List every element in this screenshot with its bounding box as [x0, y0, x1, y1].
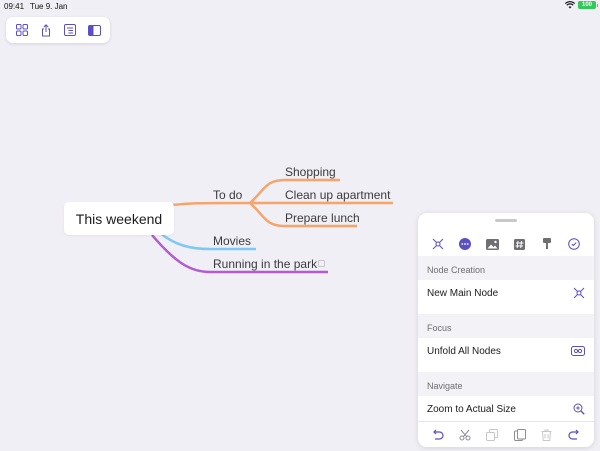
cut-icon — [459, 429, 471, 440]
note-icon[interactable] — [318, 260, 325, 267]
new-main-node-button[interactable]: New Main Node — [418, 280, 594, 306]
tab-node[interactable] — [430, 236, 446, 252]
unfold-icon — [571, 346, 585, 356]
undo-button[interactable] — [430, 427, 446, 443]
new-main-node-icon — [573, 287, 585, 299]
zoom-to-actual-size-label: Zoom to Actual Size — [427, 403, 516, 415]
paste-button[interactable] — [512, 427, 528, 443]
node-running-in-the-park[interactable]: Running in the park — [213, 257, 317, 271]
panel-grabber[interactable] — [495, 219, 517, 222]
copy-button[interactable] — [484, 427, 500, 443]
copy-icon — [486, 428, 499, 441]
node-icon — [432, 238, 444, 250]
tab-image[interactable] — [484, 236, 500, 252]
root-node[interactable]: This weekend — [64, 202, 174, 235]
tag-icon — [514, 238, 526, 250]
node-shopping[interactable]: Shopping — [285, 165, 336, 179]
undo-icon — [433, 429, 444, 440]
node-prepare-lunch[interactable]: Prepare lunch — [285, 211, 360, 225]
tab-format[interactable] — [539, 236, 555, 252]
check-icon — [568, 238, 581, 250]
edit-toolbar — [418, 421, 594, 447]
node-todo[interactable]: To do — [213, 188, 242, 202]
unfold-all-nodes-label: Unfold All Nodes — [427, 345, 501, 357]
unfold-all-nodes-button[interactable]: Unfold All Nodes — [418, 338, 594, 364]
zoom-to-actual-size-button[interactable]: Zoom to Actual Size — [418, 396, 594, 422]
redo-icon — [568, 429, 579, 440]
redo-button[interactable] — [566, 427, 582, 443]
new-main-node-label: New Main Node — [427, 287, 499, 299]
cut-button[interactable] — [457, 427, 473, 443]
paste-icon — [513, 428, 526, 441]
tab-check[interactable] — [566, 236, 582, 252]
inspector-panel: Node Creation New Main Node Focus Unfold… — [418, 213, 594, 447]
panel-tab-bar — [418, 233, 594, 255]
format-icon — [542, 238, 551, 249]
image-icon — [485, 238, 499, 250]
zoom-icon — [573, 403, 585, 415]
delete-button[interactable] — [539, 427, 555, 443]
more-icon — [458, 238, 471, 250]
tab-tag[interactable] — [512, 236, 528, 252]
node-movies[interactable]: Movies — [213, 234, 251, 248]
branch-line-todo — [171, 201, 251, 207]
delete-icon — [541, 429, 552, 441]
tab-more[interactable] — [457, 236, 473, 252]
node-clean-up-apartment[interactable]: Clean up apartment — [285, 188, 390, 202]
